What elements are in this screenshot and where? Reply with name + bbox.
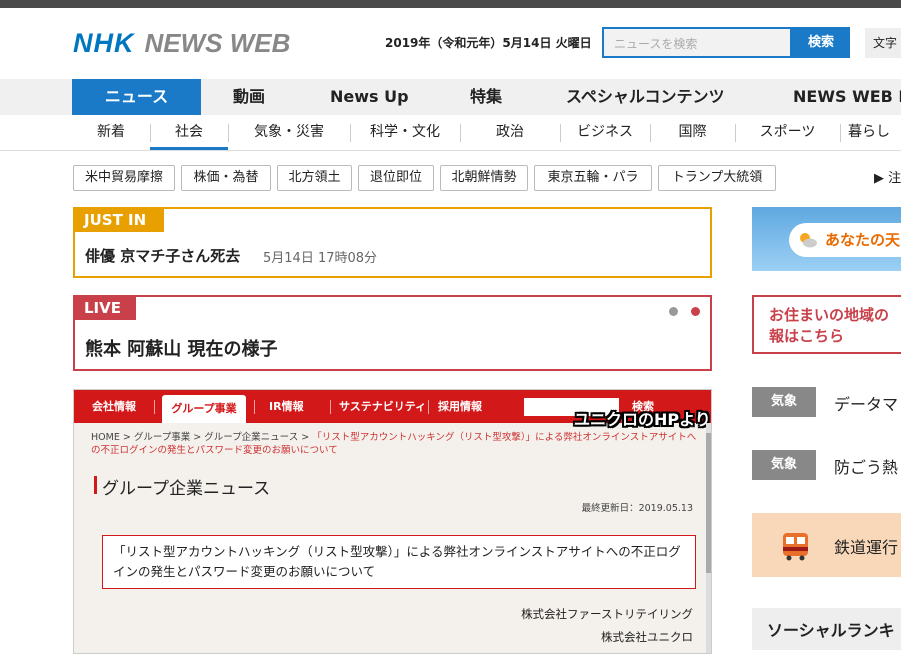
just-in-box[interactable]: JUST IN 俳優 京マチ子さん死去 5月14日 17時08分 [73, 207, 712, 278]
carousel-dot-active[interactable] [691, 307, 700, 316]
image-caption: ユニクロのHPより [574, 410, 711, 429]
live-label: LIVE [75, 297, 136, 320]
image-updated-date: 最終更新日：2019.05.13 [581, 503, 693, 514]
sub-nav-politics[interactable]: 政治 [460, 115, 560, 150]
sub-nav-international[interactable]: 国際 [650, 115, 735, 150]
divider [428, 400, 429, 414]
weather-item[interactable]: 気象 防ごう熱 [752, 450, 901, 480]
topic-tag[interactable]: 米中貿易摩擦 [73, 165, 175, 191]
topic-tag[interactable]: 北方領土 [277, 165, 352, 191]
sub-nav-sports[interactable]: スポーツ [735, 115, 840, 150]
topics-more-link[interactable]: ▶ 注 [874, 167, 901, 186]
divider [254, 400, 255, 414]
image-nav-item: サステナビリティ [339, 400, 427, 413]
image-scrollbar [706, 423, 711, 653]
topic-tag[interactable]: 東京五輪・パラ [534, 165, 652, 191]
topic-tag[interactable]: 退位即位 [358, 165, 434, 191]
font-size-button[interactable]: 文字 [865, 28, 901, 58]
sub-nav-business[interactable]: ビジネス [560, 115, 650, 150]
sub-nav-latest[interactable]: 新着 [72, 115, 150, 150]
divider [154, 400, 155, 414]
image-notice-title: 「リスト型アカウントハッキング（リスト型攻撃）」による弊社オンラインストアサイト… [102, 535, 696, 589]
top-strip [0, 0, 901, 8]
sub-nav-weather[interactable]: 気象・災害 [228, 115, 350, 150]
weather-banner[interactable]: あなたの天 [752, 207, 901, 271]
image-scrollbar-thumb [706, 433, 711, 573]
weather-item-title[interactable]: データマ [834, 391, 898, 415]
main-nav-news[interactable]: ニュース [72, 79, 201, 115]
live-box[interactable]: LIVE 熊本 阿蘇山 現在の様子 [73, 295, 712, 371]
sub-nav-science[interactable]: 科学・文化 [350, 115, 460, 150]
rail-status-banner[interactable]: 鉄道運行 [752, 513, 901, 577]
nhk-news-web-logo[interactable]: NHK NEWS WEB [73, 28, 290, 58]
search-input[interactable]: ニュースを検索 [602, 27, 792, 58]
sun-cloud-icon [800, 233, 817, 248]
main-nav-newsweb-easy[interactable]: NEWS WEB E [793, 79, 901, 115]
search-button[interactable]: 検索 [792, 27, 850, 58]
weather-item[interactable]: 気象 データマ [752, 387, 901, 417]
article-image[interactable]: 会社情報 グループ事業 IR情報 サステナビリティ 採用情報 検索 ユニクロのH… [73, 389, 712, 654]
just-in-label: JUST IN [75, 209, 164, 232]
main-nav: ニュース 動画 News Up 特集 スペシャルコンテンツ NEWS WEB E [0, 79, 901, 115]
image-nav-item: IR情報 [269, 400, 304, 413]
weather-item-title[interactable]: 防ごう熱 [834, 454, 898, 478]
image-nav-item-active: グループ事業 [162, 395, 246, 423]
local-area-line1: お住まいの地域の [769, 306, 890, 324]
local-area-line2: 報はこちら [769, 327, 845, 345]
social-ranking-header: ソーシャルランキ [752, 608, 901, 650]
topic-tag[interactable]: 株価・為替 [181, 165, 271, 191]
live-headline[interactable]: 熊本 阿蘇山 現在の様子 [85, 335, 278, 361]
main-nav-news-up[interactable]: News Up [330, 79, 409, 115]
main-nav-features[interactable]: 特集 [470, 79, 502, 115]
logo-nhk: NHK [73, 27, 135, 58]
weather-badge: 気象 [752, 387, 816, 417]
weather-badge: 気象 [752, 450, 816, 480]
logo-newsweb: NEWS WEB [144, 27, 291, 58]
just-in-time: 5月14日 17時08分 [263, 251, 378, 266]
image-company-2: 株式会社ユニクロ [601, 630, 693, 644]
divider [840, 124, 841, 142]
divider [330, 400, 331, 414]
sub-nav: 新着 社会 気象・災害 科学・文化 政治 ビジネス 国際 スポーツ 暮らし [0, 115, 901, 151]
main-nav-video[interactable]: 動画 [233, 79, 265, 115]
image-section-title: グループ企業ニュース [93, 474, 270, 499]
sub-nav-life[interactable]: 暮らし [848, 115, 901, 150]
image-company-1: 株式会社ファーストリテイリング [521, 607, 693, 621]
just-in-headline[interactable]: 俳優 京マチ子さん死去 [85, 245, 240, 266]
train-icon [783, 533, 808, 561]
image-breadcrumb: HOME > グループ事業 > グループ企業ニュース > 「リスト型アカウントハ… [91, 431, 701, 457]
current-date: 2019年（令和元年）5月14日 火曜日 [385, 36, 592, 50]
image-nav-item: 会社情報 [92, 400, 136, 413]
image-nav-item: 採用情報 [438, 400, 482, 413]
main-nav-special[interactable]: スペシャルコンテンツ [566, 79, 725, 115]
breadcrumb-path: HOME > グループ事業 > グループ企業ニュース > [91, 432, 313, 443]
topic-tag[interactable]: トランプ大統領 [658, 165, 776, 191]
carousel-dot[interactable] [669, 307, 678, 316]
rail-status-text: 鉄道運行 [834, 538, 899, 557]
local-area-link[interactable]: お住まいの地域の 報はこちら [752, 295, 901, 354]
sub-nav-society[interactable]: 社会 [150, 115, 228, 150]
topic-tag[interactable]: 北朝鮮情勢 [440, 165, 528, 191]
